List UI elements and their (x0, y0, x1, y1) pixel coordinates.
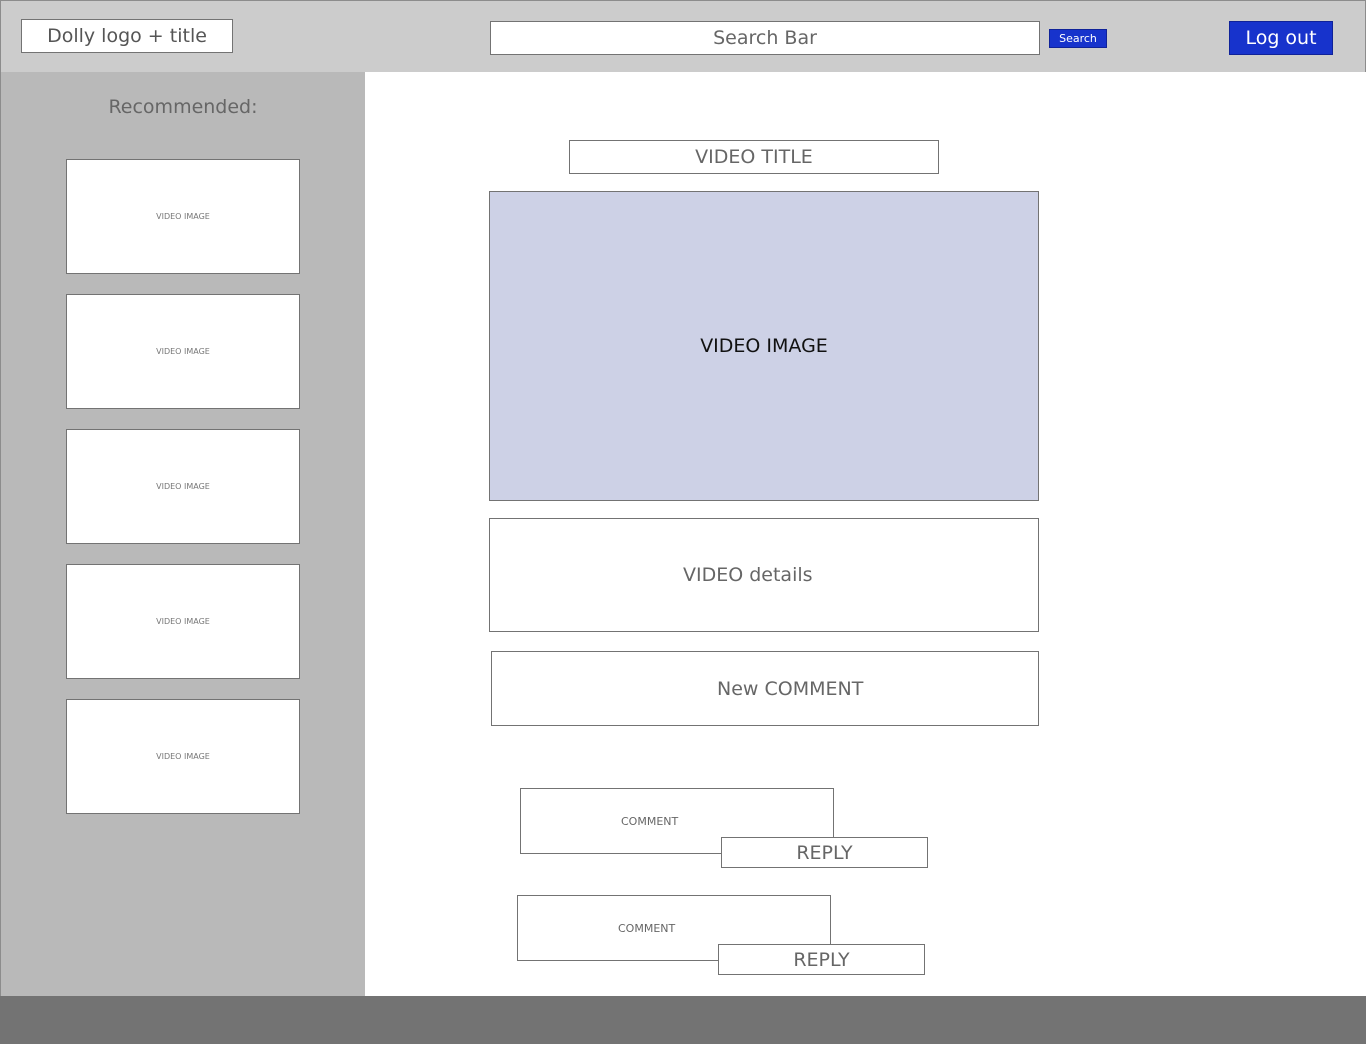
recommended-heading: Recommended: (108, 96, 258, 118)
logo-title[interactable]: Dolly logo + title (21, 19, 233, 53)
footer-bar (0, 996, 1366, 1044)
recommended-video-thumbnail[interactable]: VIDEO IMAGE (66, 564, 300, 679)
search-input[interactable] (490, 21, 1040, 55)
top-header: Dolly logo + title Search Log out (0, 0, 1366, 73)
recommended-video-thumbnail[interactable]: VIDEO IMAGE (66, 699, 300, 814)
video-details: VIDEO details (489, 518, 1039, 632)
video-title: VIDEO TITLE (569, 140, 939, 174)
video-player[interactable]: VIDEO IMAGE (489, 191, 1039, 501)
new-comment-input[interactable]: New COMMENT (491, 651, 1039, 726)
reply-button[interactable]: REPLY (718, 944, 925, 975)
recommended-video-thumbnail[interactable]: VIDEO IMAGE (66, 159, 300, 274)
recommended-sidebar: Recommended: VIDEO IMAGE VIDEO IMAGE VID… (0, 72, 366, 996)
recommended-video-thumbnail[interactable]: VIDEO IMAGE (66, 294, 300, 409)
recommended-video-thumbnail[interactable]: VIDEO IMAGE (66, 429, 300, 544)
search-button[interactable]: Search (1049, 29, 1107, 48)
logout-button[interactable]: Log out (1229, 21, 1333, 55)
reply-button[interactable]: REPLY (721, 837, 928, 868)
